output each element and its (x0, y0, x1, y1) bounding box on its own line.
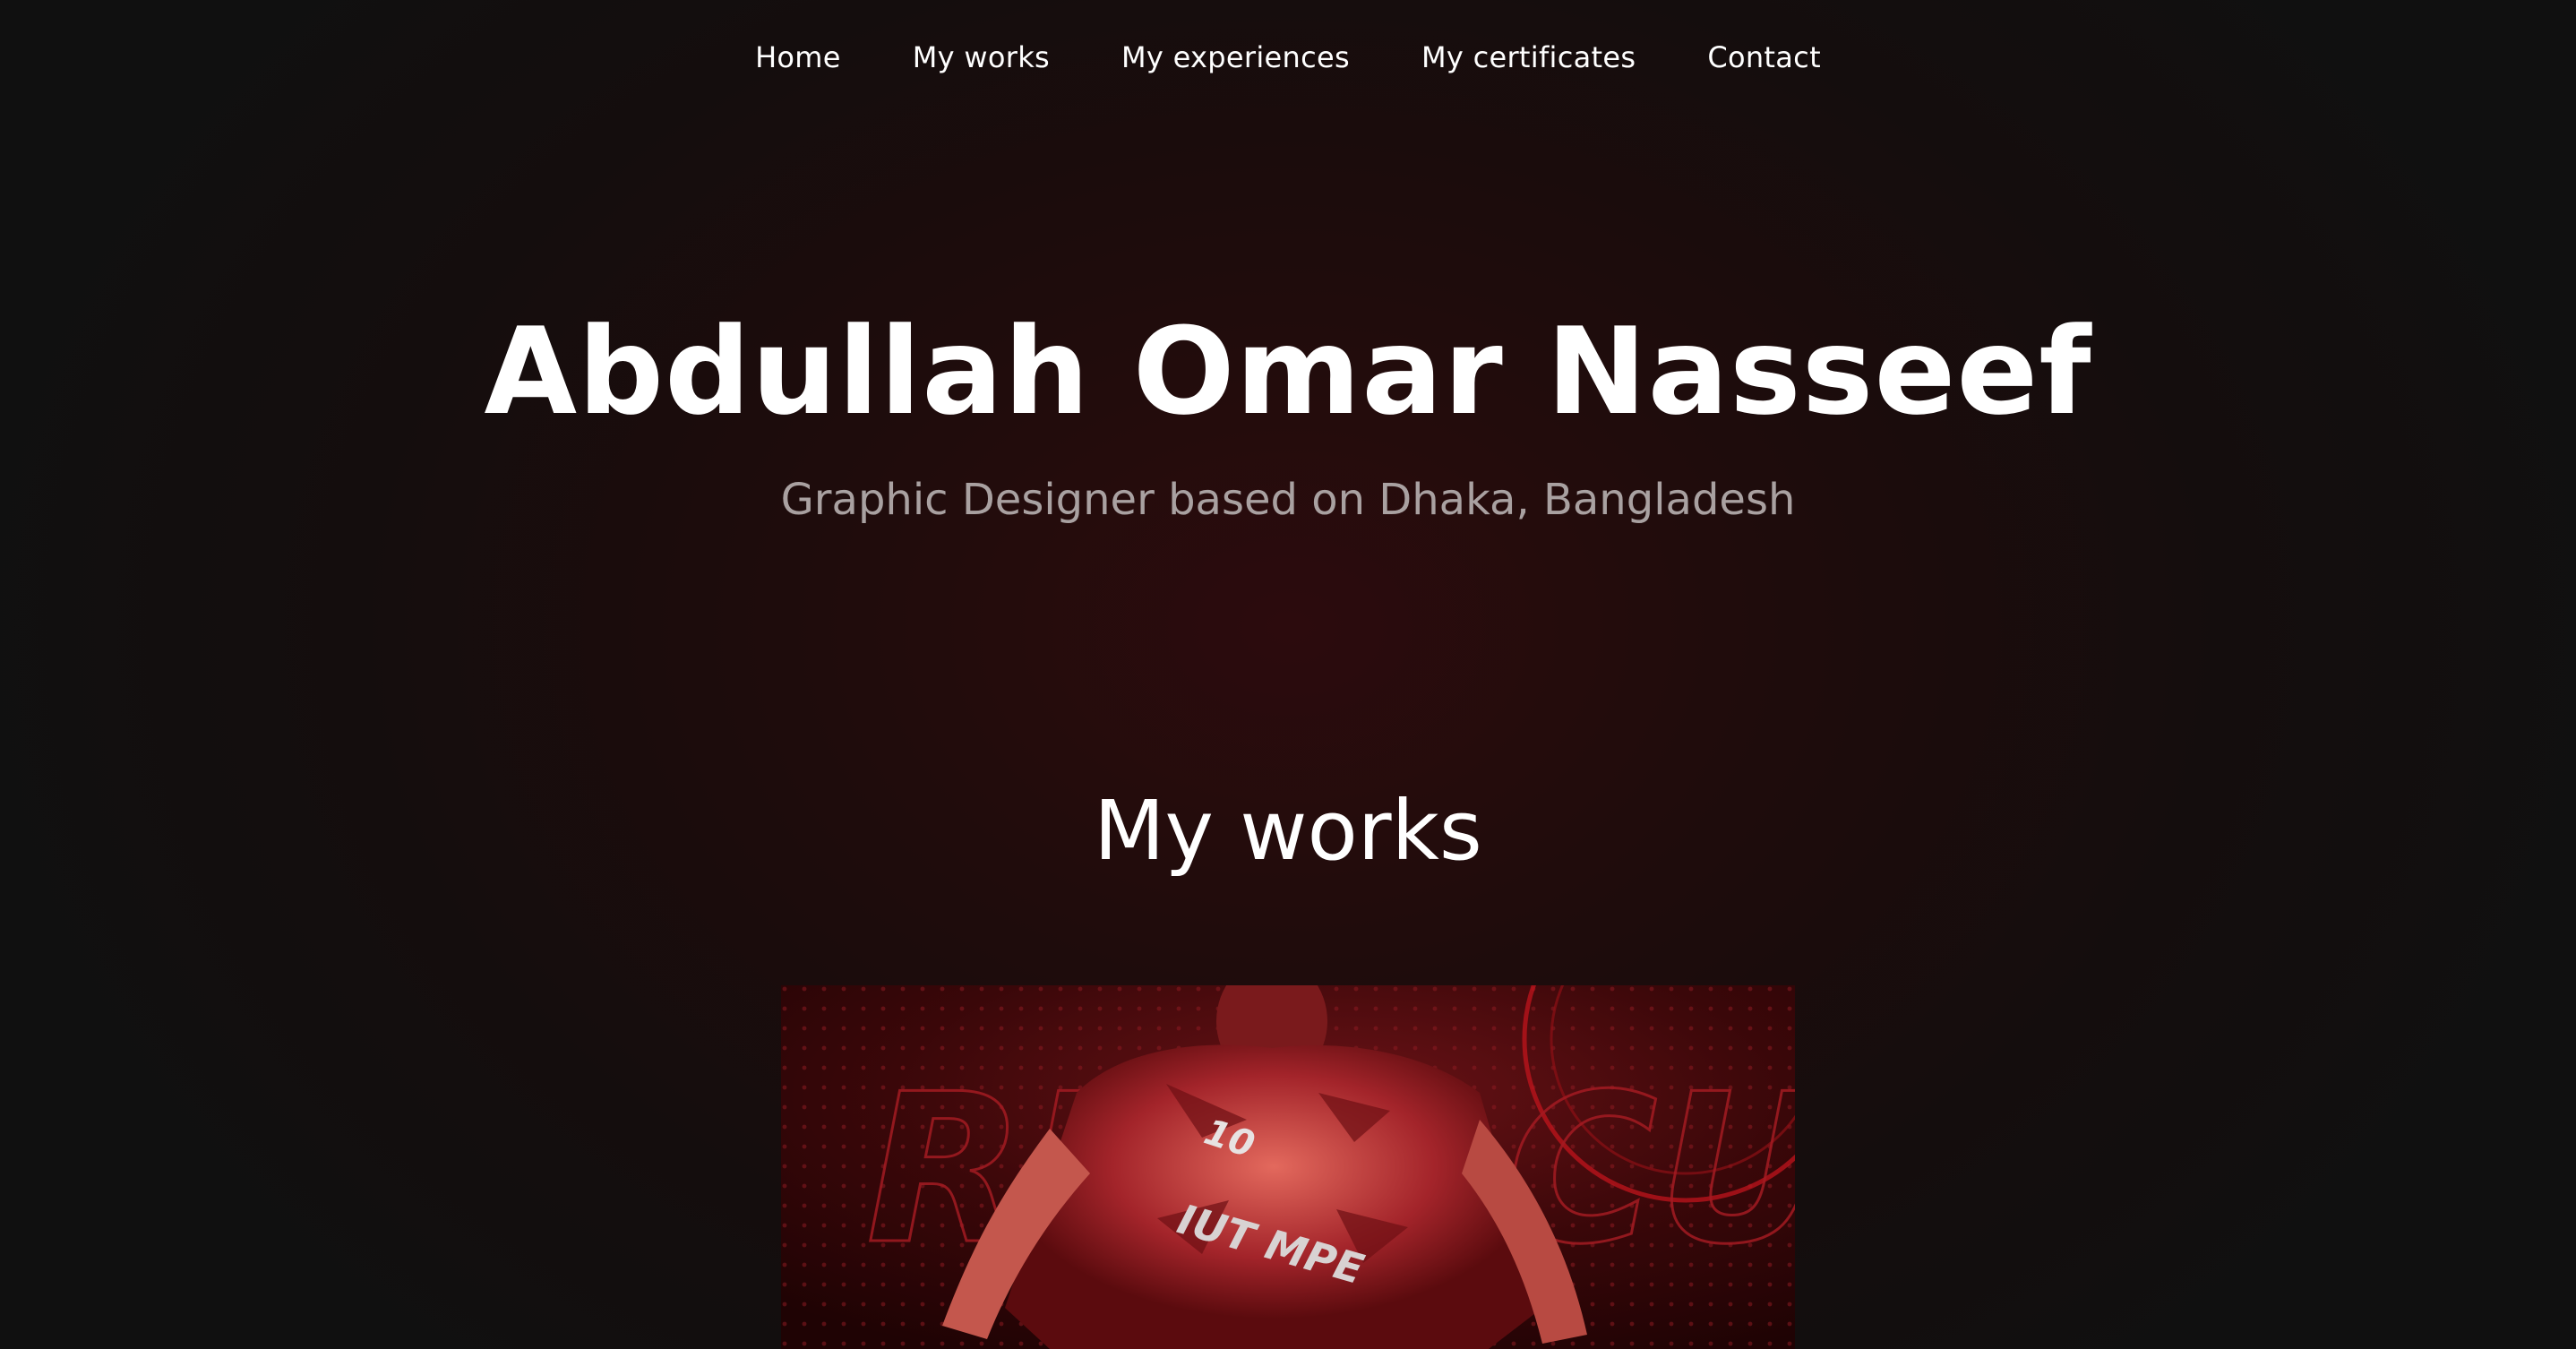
nav-my-works-link[interactable]: My works (913, 34, 1050, 81)
nav-my-certificates-link[interactable]: My certificates (1421, 34, 1636, 81)
nav-contact-link[interactable]: Contact (1707, 34, 1821, 81)
hero-tagline: Graphic Designer based on Dhaka, Banglad… (780, 475, 1796, 525)
top-navigation: Home My works My experiences My certific… (0, 34, 2576, 81)
football-poster-image: RED CUP 10 IUT MPE (781, 985, 1795, 1349)
hero-name: Abdullah Omar Nasseef (484, 302, 2092, 442)
nav-home-link[interactable]: Home (755, 34, 841, 81)
works-heading: My works (1094, 783, 1482, 879)
work-item-thumbnail[interactable]: RED CUP 10 IUT MPE (781, 985, 1795, 1349)
nav-my-experiences-link[interactable]: My experiences (1121, 34, 1350, 81)
